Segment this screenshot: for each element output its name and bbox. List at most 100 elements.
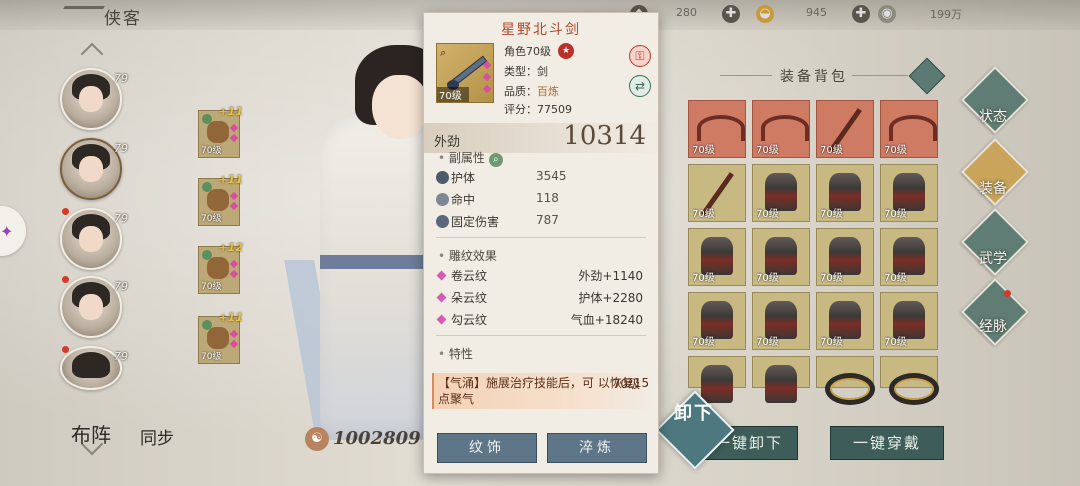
- bag-slot[interactable]: 70级: [816, 228, 874, 286]
- portrait-level: 79: [114, 350, 128, 363]
- bag-slot[interactable]: 70级: [880, 100, 938, 158]
- bag-title: 装备背包: [780, 69, 848, 85]
- character-portrait[interactable]: 79: [60, 68, 128, 130]
- bag-slot[interactable]: [880, 356, 939, 405]
- decorate-button[interactable]: 纹饰: [437, 433, 537, 463]
- formation-button[interactable]: 布阵: [68, 412, 114, 458]
- armor-icon: [701, 365, 733, 403]
- lock-icon[interactable]: ⚿: [629, 45, 651, 67]
- character-portrait[interactable]: 79: [60, 208, 128, 270]
- stat-value: 118: [536, 191, 559, 205]
- character-portrait-selected[interactable]: 79: [60, 138, 128, 200]
- quality-value: 百炼: [537, 85, 559, 98]
- engrave-name: 勾云纹: [451, 313, 488, 327]
- equip-all-button[interactable]: 一键穿戴: [830, 426, 944, 460]
- bag-slot[interactable]: 70级: [880, 228, 938, 286]
- bag-slot[interactable]: 70级: [752, 164, 810, 222]
- bag-slot[interactable]: [688, 356, 746, 403]
- combat-power-icon: ☯: [305, 427, 329, 451]
- item-level: 70级: [692, 145, 715, 156]
- character-belt: [320, 255, 440, 269]
- portrait-face: [79, 156, 103, 182]
- equipped-slot[interactable]: +11 70级: [198, 173, 243, 226]
- bag-slot[interactable]: 70级: [752, 228, 810, 286]
- bag-slot[interactable]: 70级: [688, 292, 746, 350]
- bag-slot[interactable]: [752, 356, 810, 403]
- engrave-name: 卷云纹: [451, 269, 488, 283]
- notification-dot: [62, 208, 69, 215]
- stat-value: 3545: [536, 169, 567, 183]
- engrave-name: 朵云纹: [451, 291, 488, 305]
- quality-label: 品质：: [504, 85, 537, 98]
- nav-equipment-label: 装备: [979, 181, 1007, 197]
- item-level: 70级: [692, 209, 715, 220]
- character-body: [320, 110, 440, 440]
- bag-slot[interactable]: 70级: [688, 228, 746, 286]
- magnify-icon[interactable]: ⌕: [440, 46, 446, 60]
- equipment-icon: [207, 327, 229, 349]
- feather-icon: ✦: [0, 222, 14, 241]
- stat-name: 护体: [451, 171, 476, 185]
- trait-level: 70级: [612, 377, 640, 391]
- item-score: 评分：77509: [504, 103, 572, 116]
- bag-slot[interactable]: 70级: [880, 164, 938, 222]
- equipped-slot[interactable]: +12 70级: [198, 241, 243, 294]
- engrave-bonus: 外劲+1140: [578, 267, 643, 284]
- bag-slot[interactable]: 70级: [752, 100, 810, 158]
- equipment-icon: [207, 189, 229, 211]
- unequip-label: 卸下: [674, 403, 714, 424]
- gem-icon: [482, 60, 492, 70]
- portrait-hair: [72, 352, 110, 378]
- bag-slot[interactable]: 70级: [816, 164, 874, 222]
- engrave-gem-icon: [436, 270, 447, 281]
- equipped-slot[interactable]: +11 70级: [198, 311, 243, 364]
- add-currency-icon[interactable]: ✚: [722, 5, 740, 23]
- ring-icon: [825, 373, 875, 405]
- bag-slot[interactable]: 70级: [752, 292, 810, 350]
- currency-value-2: 945: [806, 6, 827, 19]
- engrave-bonus-value: +1140: [602, 269, 643, 283]
- notification-dot: [62, 346, 69, 353]
- nav-status-label: 状态: [979, 109, 1007, 125]
- item-tooltip: 星野北斗剑 ⌕ 70级 角色70级 ★ 类型：剑 品质：百炼 评分：77509 …: [423, 12, 659, 474]
- engrave-bonus: 气血+18240: [571, 311, 643, 328]
- target-icon: [436, 193, 449, 206]
- compare-icon[interactable]: ⇄: [629, 75, 651, 97]
- item-icon: ⌕ 70级: [436, 43, 494, 103]
- item-level: 70级: [884, 273, 907, 284]
- ring-icon: [889, 373, 939, 405]
- bag-slot[interactable]: 70级: [816, 292, 874, 350]
- item-level: 70级: [884, 209, 907, 220]
- item-level: 70级: [820, 273, 843, 284]
- add-currency-icon[interactable]: ✚: [852, 5, 870, 23]
- shield-icon: [436, 171, 449, 184]
- bag-slot[interactable]: 70级: [688, 100, 746, 158]
- item-level: 70级: [820, 145, 843, 156]
- item-type: 类型：剑: [504, 65, 548, 78]
- nav-meridian-label: 经脉: [979, 319, 1007, 335]
- main-stat-value: 10314: [563, 121, 646, 151]
- item-level: 70级: [756, 145, 779, 156]
- character-portrait[interactable]: 79: [60, 276, 128, 338]
- stat-value: 787: [536, 213, 559, 227]
- search-icon[interactable]: ⌕: [488, 153, 503, 167]
- gem-icon: [229, 201, 239, 211]
- sync-button[interactable]: 同步: [134, 416, 180, 462]
- enhance-level: +11: [218, 311, 243, 324]
- equipped-slot[interactable]: +11 70级: [198, 105, 243, 158]
- bag-slot[interactable]: 70级: [688, 164, 746, 222]
- gem-icon: [229, 123, 239, 133]
- claw-icon: [761, 115, 809, 141]
- refine-button[interactable]: 淬炼: [547, 433, 647, 463]
- gem-icon: [482, 84, 492, 94]
- portrait-face: [79, 226, 103, 252]
- gold-ingot-icon: ◒: [756, 5, 774, 23]
- bag-slot[interactable]: 70级: [816, 100, 874, 158]
- sub-attributes-title: 副属性 ⌕: [438, 149, 503, 167]
- character-portrait[interactable]: 79: [60, 346, 128, 390]
- page-title: 侠客: [104, 9, 142, 29]
- bag-slot[interactable]: [816, 356, 875, 405]
- trait-box: 【气涌】施展治疗技能后，可 以恢复15点聚气 70级: [432, 373, 654, 409]
- stat-name: 命中: [451, 193, 476, 207]
- bag-slot[interactable]: 70级: [880, 292, 938, 350]
